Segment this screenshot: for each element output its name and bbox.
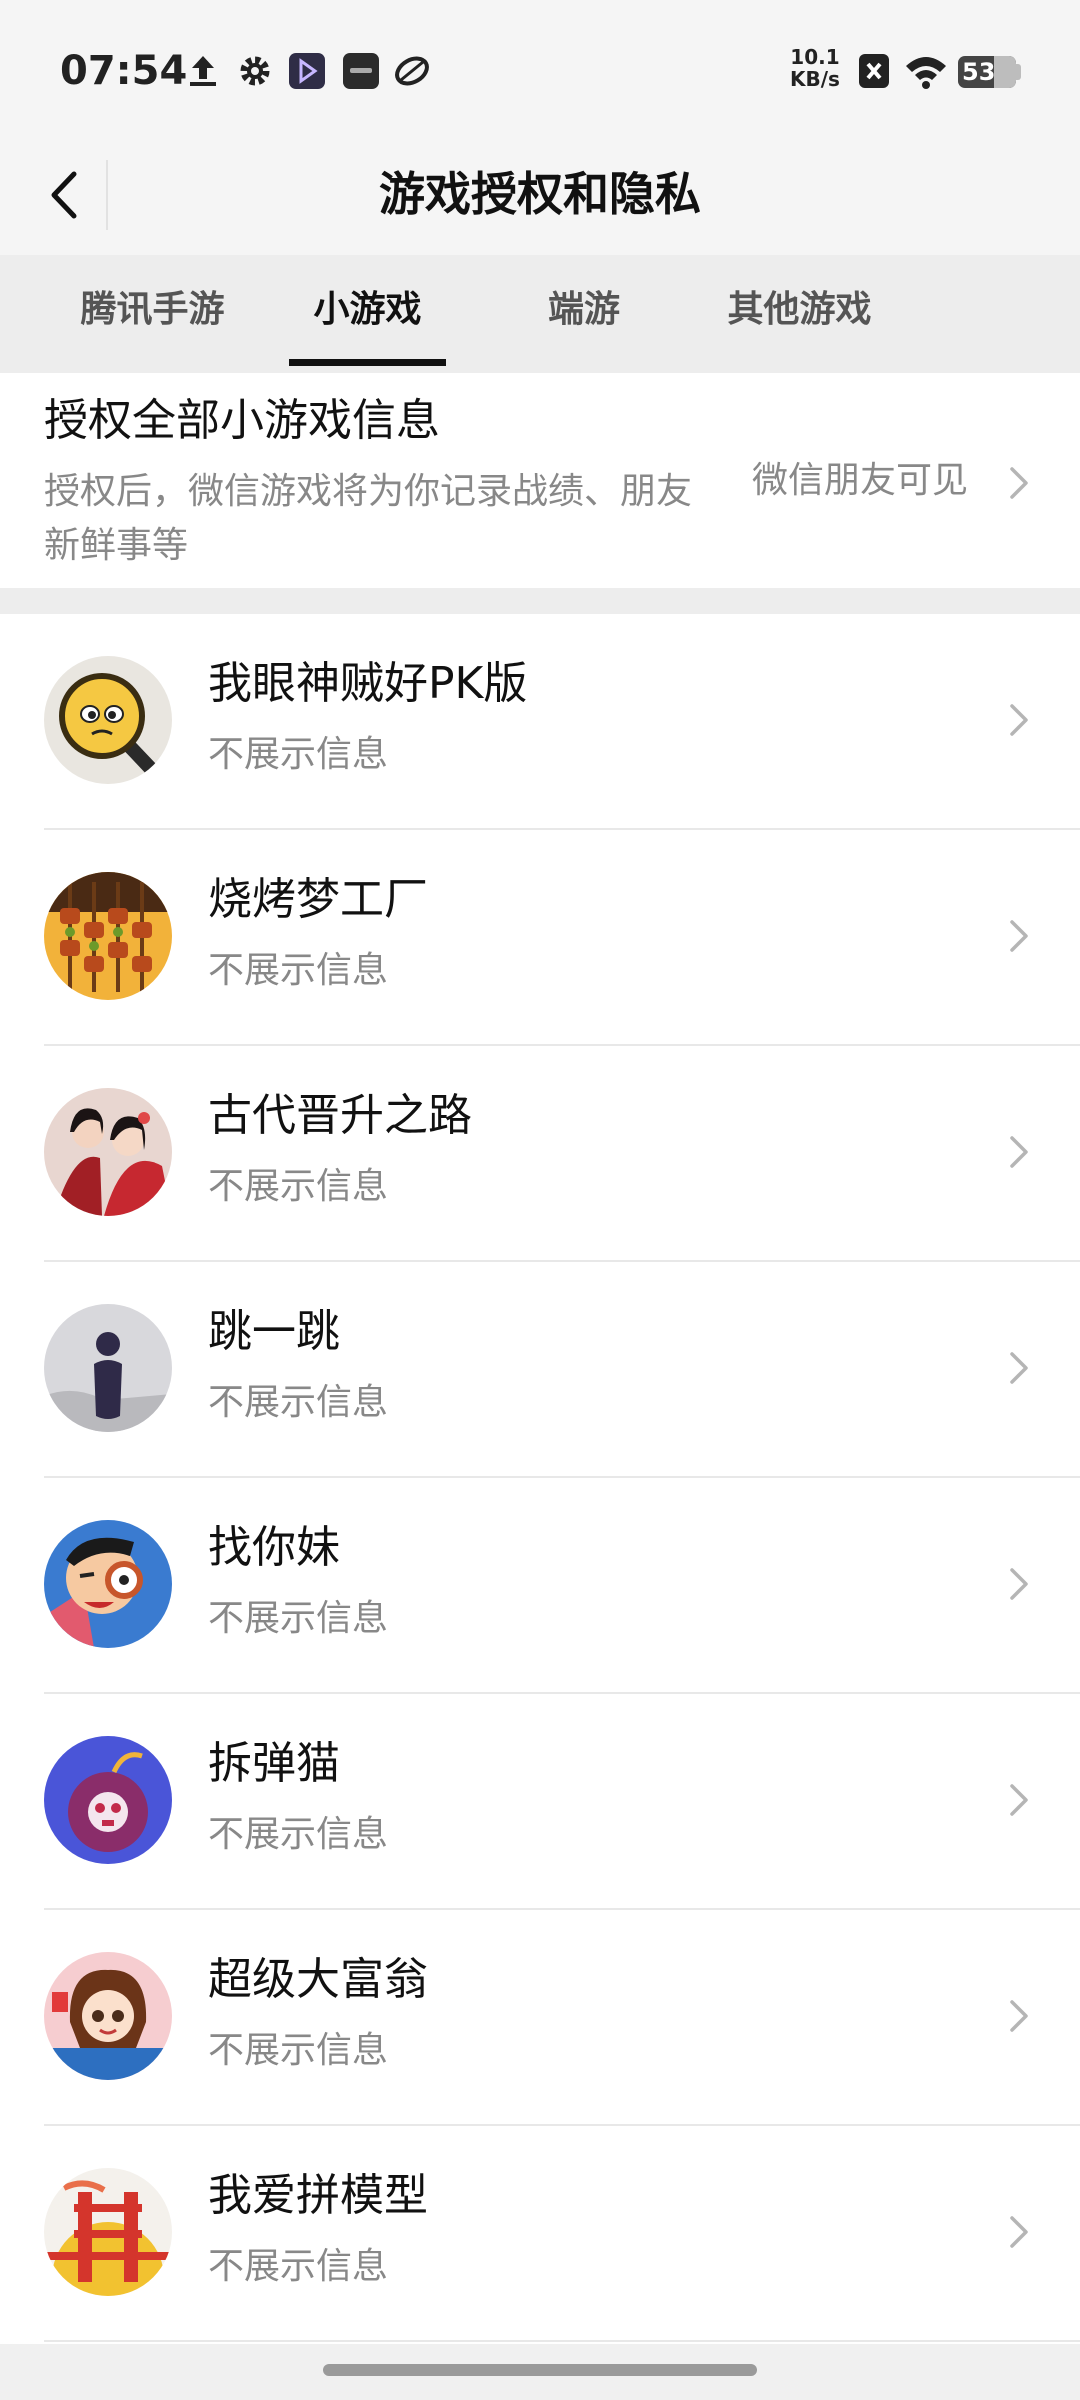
visibility-setting: 微信朋友可见: [752, 460, 969, 501]
net-speed-value: 10.1: [790, 45, 840, 69]
chevron-right-icon: [1010, 920, 1028, 952]
game-name: 烧烤梦工厂: [208, 874, 428, 925]
game-status: 不展示信息: [208, 950, 389, 991]
game-status: 不展示信息: [208, 734, 389, 775]
section-gap: [0, 588, 1080, 614]
list-item[interactable]: 超级大富翁 不展示信息: [0, 1910, 1080, 2126]
game-name: 我眼神贼好PK版: [208, 658, 528, 709]
authorize-all-row[interactable]: 授权全部小游戏信息 授权后，微信游戏将为你记录战绩、朋友新鲜事等 微信朋友可见: [0, 373, 1080, 588]
gear-icon: [240, 56, 270, 86]
game-status: 不展示信息: [208, 2246, 389, 2287]
net-speed-unit: KB/s: [790, 67, 840, 91]
list-item[interactable]: 烧烤梦工厂 不展示信息: [0, 830, 1080, 1046]
tab-mini-games[interactable]: 小游戏: [289, 285, 446, 335]
tab-tencent-mobile-games[interactable]: 腾讯手游: [75, 285, 230, 335]
bridge-model-icon: [44, 2168, 172, 2296]
authorize-all-description: 授权后，微信游戏将为你记录战绩、朋友新鲜事等: [44, 471, 693, 566]
game-name: 拆弹猫: [208, 1738, 340, 1789]
page-title: 游戏授权和隐私: [379, 167, 701, 221]
list-item[interactable]: 我眼神贼好PK版 不展示信息: [0, 614, 1080, 830]
game-name: 找你妹: [208, 1522, 340, 1573]
chevron-right-icon: [1010, 2216, 1028, 2248]
top-nav-bar: 游戏授权和隐私: [0, 140, 1080, 255]
game-list: 我眼神贼好PK版 不展示信息 烧烤梦工厂 不展示信息 古代晋升之路 不展示信息 …: [0, 614, 1080, 2342]
upload-icon: [190, 56, 216, 86]
list-item[interactable]: 找你妹 不展示信息: [0, 1478, 1080, 1694]
game-name: 超级大富翁: [208, 1954, 428, 2005]
active-tab-indicator: [289, 359, 446, 366]
net-speed: 10.1 KB/s: [790, 46, 840, 90]
battery-level: 53: [962, 58, 996, 86]
chevron-right-icon: [1010, 1352, 1028, 1384]
leaf-app-icon: [395, 56, 429, 86]
row-divider: [44, 2340, 1080, 2342]
game-name: 我爱拼模型: [208, 2170, 428, 2221]
cartoon-girl-icon: [44, 1952, 172, 2080]
jump-piece-icon: [44, 1304, 172, 1432]
list-item[interactable]: 古代晋升之路 不展示信息: [0, 1046, 1080, 1262]
wifi-icon: [906, 57, 946, 89]
magnifier-face-icon: [44, 656, 172, 784]
home-indicator[interactable]: [323, 2364, 757, 2376]
list-item[interactable]: 拆弹猫 不展示信息: [0, 1694, 1080, 1910]
cartoon-face-icon: [44, 1520, 172, 1648]
status-bar: 07:54 10.1 KB/s 53: [0, 0, 1080, 140]
tab-other-games[interactable]: 其他游戏: [722, 285, 877, 335]
game-status: 不展示信息: [208, 1166, 389, 1207]
game-status: 不展示信息: [208, 1382, 389, 1423]
game-name: 古代晋升之路: [208, 1090, 472, 1141]
list-item[interactable]: 跳一跳 不展示信息: [0, 1262, 1080, 1478]
authorize-all-title: 授权全部小游戏信息: [44, 395, 440, 446]
chevron-right-icon: [1010, 2000, 1028, 2032]
list-item[interactable]: 我爱拼模型 不展示信息: [0, 2126, 1080, 2342]
chevron-right-icon: [1010, 704, 1028, 736]
chevron-right-icon: [1010, 1136, 1028, 1168]
game-status: 不展示信息: [208, 1598, 389, 1639]
video-app-icon: [289, 53, 325, 89]
x-notification-icon: [859, 54, 889, 88]
tab-pc-games[interactable]: 端游: [538, 285, 630, 335]
skewers-icon: [44, 872, 172, 1000]
game-status: 不展示信息: [208, 2030, 389, 2071]
tab-bar: 腾讯手游 小游戏 端游 其他游戏: [0, 255, 1080, 373]
game-name: 跳一跳: [208, 1306, 340, 1357]
game-status: 不展示信息: [208, 1814, 389, 1855]
vivo-app-icon: [343, 53, 379, 89]
chevron-right-icon: [1010, 1568, 1028, 1600]
battery-tip: [1016, 64, 1021, 80]
ancient-couple-icon: [44, 1088, 172, 1216]
chevron-right-icon: [1010, 467, 1028, 499]
battery-icon: 53: [958, 56, 1016, 88]
status-time: 07:54: [60, 48, 188, 94]
bomb-cat-icon: [44, 1736, 172, 1864]
chevron-right-icon: [1010, 1784, 1028, 1816]
